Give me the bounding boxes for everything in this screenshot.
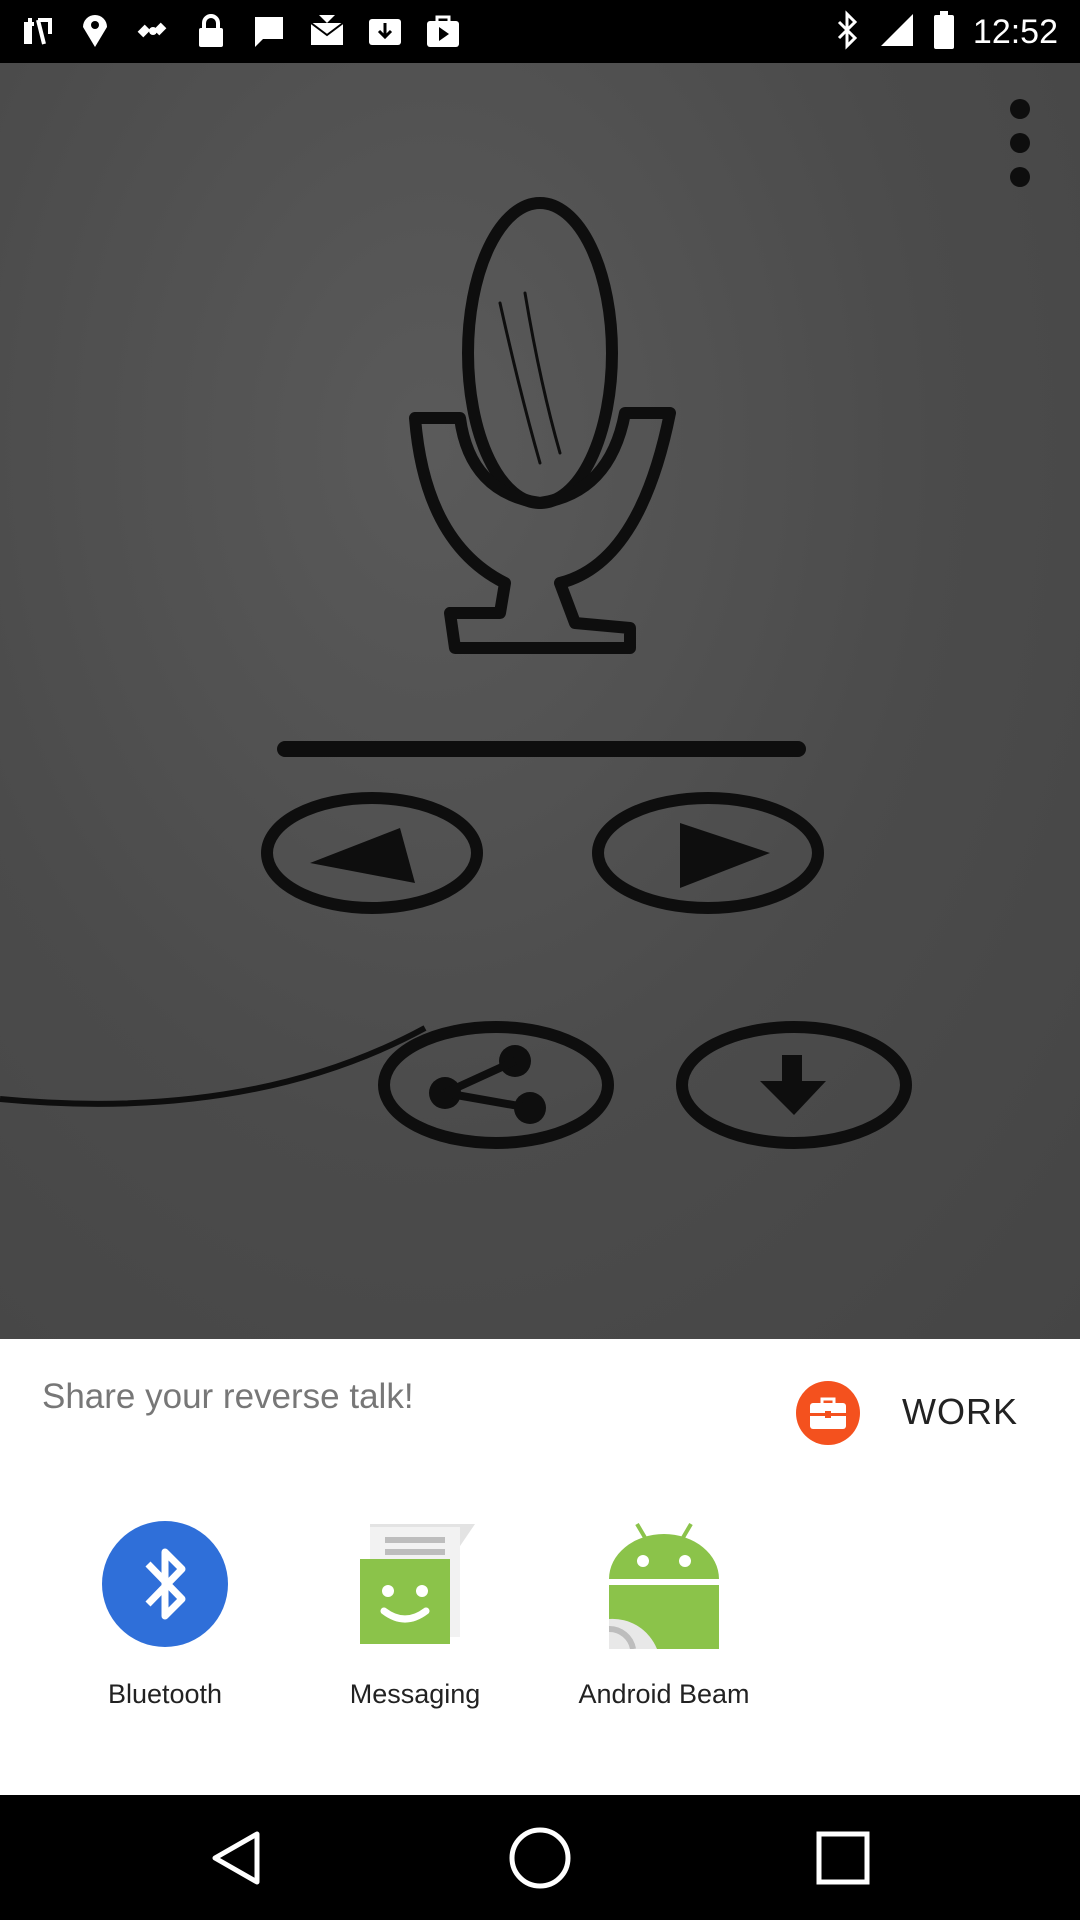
download-icon [366,12,404,50]
home-icon[interactable] [505,1823,575,1893]
recents-icon[interactable] [808,1823,878,1893]
satellite-icon [134,12,172,50]
lock-icon [192,12,230,50]
share-target-bluetooth[interactable]: Bluetooth [55,1519,275,1749]
download-icon[interactable] [676,1021,912,1149]
mail-icon [308,12,346,50]
back-icon[interactable] [200,1823,270,1893]
reverse-play-icon[interactable] [261,792,483,914]
messaging-icon [350,1519,480,1649]
signal-icon [879,12,915,53]
bluetooth-icon [100,1519,230,1649]
status-time: 12:52 [972,13,1058,51]
share-sheet: Share your reverse talk! WORK Bluetooth [0,1339,1080,1795]
app-artwork [0,197,912,1149]
fake-gps-icon [76,12,114,50]
share-title: Share your reverse talk! [42,1377,414,1416]
share-target-android-beam[interactable]: Android Beam [554,1519,774,1749]
microphone-icon[interactable] [409,197,676,654]
play-icon[interactable] [592,792,824,914]
status-notifications [18,12,462,50]
app-background [0,63,1080,1339]
share-target-label: Messaging [349,1679,481,1709]
battery-icon [933,11,955,54]
status-bar: 12:52 [0,0,1080,63]
navigation-bar [0,1795,1080,1920]
share-target-label: Android Beam [578,1679,750,1709]
work-profile-tab[interactable]: WORK [902,1391,1018,1433]
share-target-label: Bluetooth [107,1679,223,1709]
share-targets: Bluetooth Messaging Android Beam [0,1519,1080,1749]
work-profile-icon[interactable] [796,1381,860,1445]
status-system: 12:52 [835,10,1058,55]
notification-icon [18,12,56,50]
play-store-icon [424,12,462,50]
bluetooth-icon [835,10,861,55]
share-target-messaging[interactable]: Messaging [305,1519,525,1749]
share-icon[interactable] [378,1021,614,1149]
overflow-menu-icon[interactable] [1000,93,1040,193]
android-beam-icon [599,1519,729,1650]
decorative-swoosh [0,1025,427,1107]
chat-icon [250,12,288,50]
